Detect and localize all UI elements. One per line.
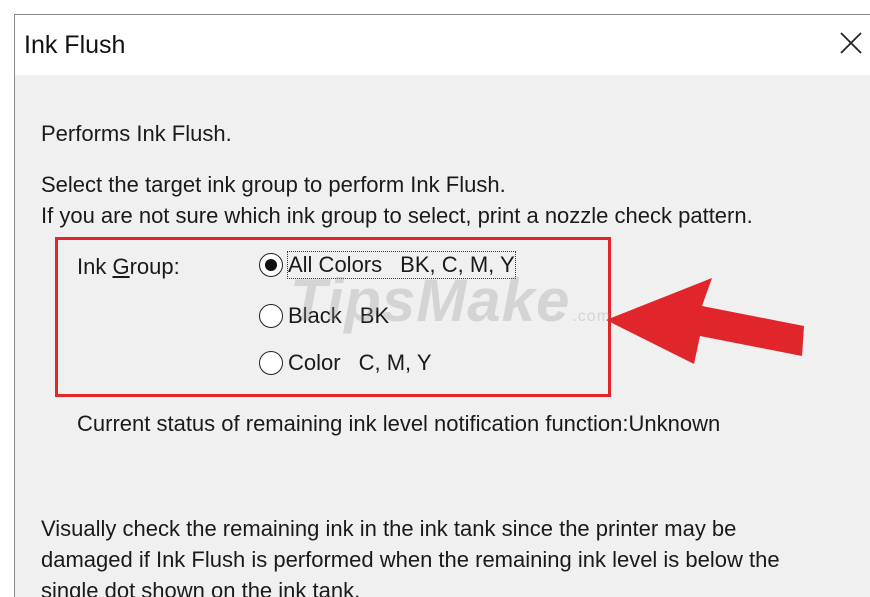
- intro-text: Performs Ink Flush.: [41, 121, 232, 146]
- radio-button[interactable]: [259, 304, 283, 328]
- close-icon: [840, 32, 862, 54]
- close-button[interactable]: [833, 25, 869, 61]
- warning-line-1: Visually check the remaining ink in the …: [41, 516, 737, 541]
- radio-button-selected[interactable]: [259, 253, 283, 277]
- instruction-line-1: Select the target ink group to perform I…: [41, 172, 506, 197]
- ink-group-label: Ink Group:: [77, 254, 180, 280]
- watermark: TipsMake .com: [290, 267, 612, 334]
- warning-line-2: damaged if Ink Flush is performed when t…: [41, 547, 780, 572]
- warning-line-3: single dot shown on the ink tank.: [41, 578, 361, 597]
- radio-color-label: Color C, M, Y: [288, 350, 432, 375]
- annotation-arrow-icon: [606, 278, 804, 364]
- ink-group-label-text: Ink Group:: [77, 254, 180, 279]
- dialog-title: Ink Flush: [24, 31, 126, 59]
- radio-color[interactable]: Color C, M, Y: [259, 350, 432, 376]
- title-bar: Ink Flush: [15, 15, 870, 75]
- radio-button[interactable]: [259, 351, 283, 375]
- ink-status-text: Current status of remaining ink level no…: [77, 411, 721, 436]
- instruction-line-2: If you are not sure which ink group to s…: [41, 203, 753, 228]
